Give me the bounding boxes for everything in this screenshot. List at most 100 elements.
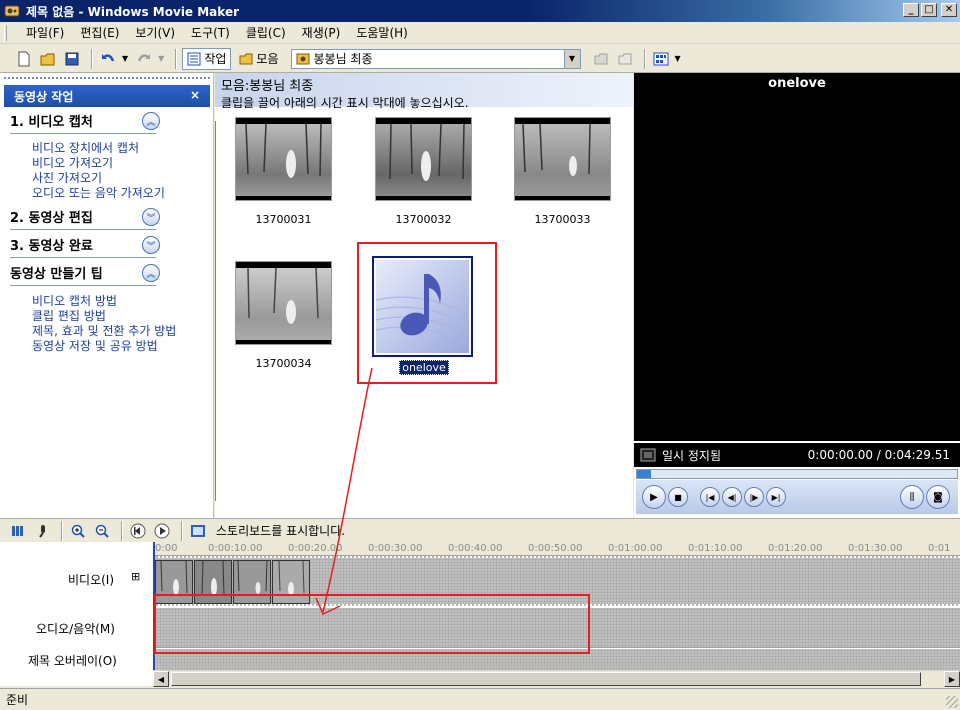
redo-dropdown-icon[interactable]: ▼ [158, 54, 164, 63]
rewind-timeline-icon[interactable] [128, 521, 148, 541]
clip-item[interactable]: 13700034 [235, 261, 332, 370]
show-storyboard-label[interactable]: 스토리보드를 표시합니다. [216, 522, 345, 539]
video-thumbnail [235, 261, 332, 345]
redo-icon[interactable] [134, 49, 154, 69]
views-icon[interactable] [651, 49, 671, 69]
minimize-button[interactable]: _ [903, 3, 919, 17]
up-level-icon[interactable] [591, 49, 611, 69]
folder-icon [239, 53, 253, 64]
video-thumbnail [375, 117, 472, 201]
chevron-up-icon[interactable]: ︽ [142, 112, 160, 130]
collection-dropdown[interactable]: 봉봉님 최종 ▼ [290, 48, 581, 69]
menu-help[interactable]: 도움말(H) [348, 24, 416, 41]
resize-grip[interactable] [946, 696, 958, 708]
zoom-out-icon[interactable] [92, 521, 112, 541]
audio-clip-item[interactable]: onelove [372, 256, 476, 375]
clip-item[interactable]: 13700032 [375, 117, 472, 226]
views-dropdown-icon[interactable]: ▼ [675, 54, 681, 63]
take-picture-icon[interactable]: ◙ [926, 485, 950, 509]
stop-icon[interactable]: ■ [668, 487, 688, 507]
audio-track-label: 오디오/음악(M) [36, 622, 115, 636]
close-icon[interactable]: × [190, 88, 200, 102]
playback-time: 0:00:00.00 / 0:04:29.51 [807, 448, 950, 462]
storyboard-toggle-icon[interactable] [8, 521, 28, 541]
clip-item[interactable]: 13700031 [235, 117, 332, 226]
scroll-right-icon[interactable]: ▶ [944, 671, 960, 687]
menu-file[interactable]: 파일(F) [18, 24, 72, 41]
tasks-button[interactable]: 작업 [182, 47, 232, 70]
open-project-icon[interactable] [38, 49, 58, 69]
section-capture-video[interactable]: 1. 비디오 캡처 [10, 111, 160, 130]
new-collection-icon[interactable] [615, 49, 635, 69]
playback-status: 일시 정지됨 [662, 448, 722, 463]
menu-clip[interactable]: 클립(C) [238, 24, 294, 41]
section-underline [10, 133, 156, 134]
chevron-down-icon[interactable]: ︾ [142, 208, 160, 226]
section-underline [10, 229, 156, 230]
video-track-label: 비디오(I) [68, 573, 115, 587]
section-movie-tips[interactable]: 동영상 만들기 팁 [10, 263, 160, 282]
movie-maker-app-icon[interactable] [4, 3, 20, 19]
time-ruler[interactable]: 0:00 0:00:10.00 0:00:20.00 0:00:30.00 0:… [153, 542, 960, 556]
menu-tools[interactable]: 도구(T) [183, 24, 238, 41]
close-button[interactable]: ✕ [941, 3, 957, 17]
link-import-audio[interactable]: 오디오 또는 음악 가져오기 [32, 184, 165, 201]
narrate-microphone-icon[interactable] [32, 521, 52, 541]
menu-view[interactable]: 보기(V) [127, 24, 183, 41]
split-clip-icon[interactable]: ⫼ [900, 485, 924, 509]
timeline-toolbar: 스토리보드를 표시합니다. [0, 518, 960, 542]
main-toolbar: ▼ ▼ 작업 모음 봉봉님 최종 ▼ ▼ [0, 45, 960, 73]
selected-clip-label: onelove [399, 360, 449, 375]
maximize-button[interactable]: □ [921, 3, 937, 17]
chevron-down-icon[interactable]: ▼ [563, 49, 580, 68]
scroll-left-icon[interactable]: ◀ [153, 671, 169, 687]
menu-edit[interactable]: 편집(E) [72, 24, 127, 41]
undo-icon[interactable] [98, 49, 118, 69]
monitor-title: onelove [634, 73, 960, 95]
clip-item[interactable]: 13700033 [514, 117, 611, 226]
play-timeline-icon[interactable] [152, 521, 172, 541]
menubar-grip[interactable] [4, 25, 7, 41]
movie-tasks-pane: 동영상 작업 × 1. 비디오 캡처 ︽ 비디오 장치에서 캡처 비디오 가져오… [0, 73, 214, 518]
play-icon[interactable]: ▶ [642, 485, 666, 509]
new-project-icon[interactable] [14, 49, 34, 69]
zoom-in-icon[interactable] [68, 521, 88, 541]
title-overlay-track-label: 제목 오버레이(O) [28, 654, 117, 668]
collections-button[interactable]: 모음 [235, 48, 282, 70]
collection-divider [215, 121, 216, 501]
taskpane-header: 동영상 작업 × [4, 85, 210, 107]
toolbar-separator [121, 520, 123, 541]
collection-icon [296, 53, 309, 64]
timeline-horizontal-scrollbar[interactable]: ◀ ▶ [153, 670, 960, 687]
forward-icon[interactable]: |▶ [744, 487, 764, 507]
previous-frame-icon[interactable]: |◀ [700, 487, 720, 507]
taskpane-title: 동영상 작업 [14, 89, 74, 104]
seek-handle[interactable] [637, 470, 651, 478]
section-finish-movie[interactable]: 3. 동영상 완료 [10, 235, 160, 254]
preview-monitor: onelove 일시 정지됨 0:00:00.00 / 0:04:29.51 ▶… [634, 73, 960, 518]
undo-dropdown-icon[interactable]: ▼ [122, 54, 128, 63]
ruler-tick: 0:01:10.00 [688, 543, 743, 554]
collection-dropdown-value: 봉봉님 최종 [313, 52, 373, 66]
seek-bar[interactable] [636, 469, 958, 479]
scrollbar-thumb[interactable] [171, 672, 921, 686]
link-how-save-share[interactable]: 동영상 저장 및 공유 방법 [32, 337, 158, 354]
expand-track-icon[interactable]: ⊞ [131, 570, 140, 583]
rewind-icon[interactable]: ◀| [722, 487, 742, 507]
section-edit-movie[interactable]: 2. 동영상 편집 [10, 207, 160, 226]
ruler-tick: 0:00:10.00 [208, 543, 263, 554]
ruler-tick: 0:01 [928, 543, 951, 554]
playback-status-bar: 일시 정지됨 0:00:00.00 / 0:04:29.51 [634, 443, 960, 467]
title-bar: 제목 없음 - Windows Movie Maker _ □ ✕ [0, 0, 960, 22]
collections-label: 모음 [256, 52, 279, 66]
menu-bar: 파일(F) 편집(E) 보기(V) 도구(T) 클립(C) 재생(P) 도움말(… [0, 22, 960, 44]
next-frame-icon[interactable]: ▶| [766, 487, 786, 507]
save-icon[interactable] [62, 49, 82, 69]
chevron-up-icon[interactable]: ︽ [142, 264, 160, 282]
video-thumbnail [235, 117, 332, 201]
clip-name: 13700031 [255, 213, 312, 226]
chevron-down-icon[interactable]: ︾ [142, 236, 160, 254]
toolbar-separator [91, 48, 93, 69]
filmstrip-icon[interactable] [188, 521, 208, 541]
menu-play[interactable]: 재생(P) [294, 24, 349, 41]
